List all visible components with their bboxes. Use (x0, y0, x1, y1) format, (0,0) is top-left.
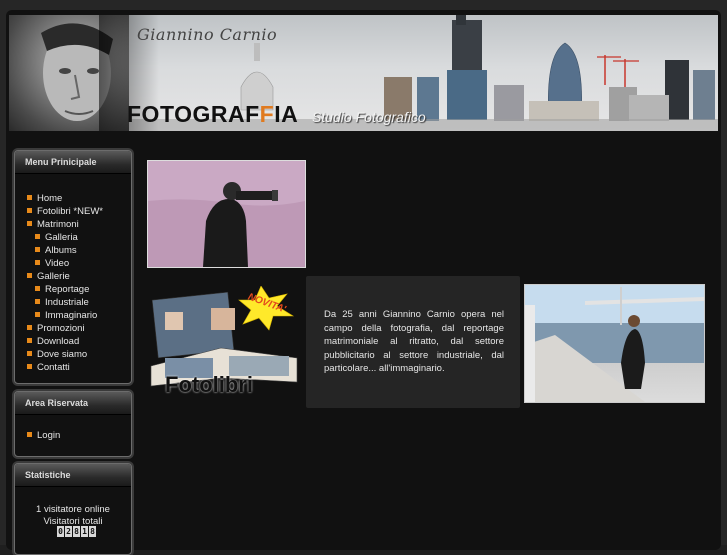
portrait-bridge-photo (524, 284, 705, 403)
bullet-icon (27, 364, 32, 369)
menu-item-label[interactable]: Fotolibri *NEW* (37, 206, 103, 217)
site-logo[interactable]: FOTOGRAFFIA (127, 101, 298, 128)
bullet-icon (35, 312, 40, 317)
menu-item-label[interactable]: Contatti (37, 362, 70, 373)
fotolibri-book-title: Fotolibri (165, 372, 253, 397)
menu-item-login[interactable]: Login (27, 429, 60, 442)
menu-item-label[interactable]: Albums (45, 245, 77, 256)
bullet-icon (27, 221, 32, 226)
menu-item-video[interactable]: Video (27, 257, 103, 270)
bullet-icon (35, 286, 40, 291)
menu-item-immaginario[interactable]: Immaginario (27, 309, 103, 322)
bullet-icon (27, 195, 32, 200)
statistics-box: Statistiche 1 visitatore online Visitato… (14, 463, 132, 555)
login-link[interactable]: Login (37, 430, 60, 441)
fotolibri-promo[interactable]: NOVITA' Fotolibri (147, 285, 304, 398)
counter-digit: 8 (73, 526, 80, 537)
reserved-area-box: Area Riservata Login (14, 391, 132, 457)
menu-item-contatti[interactable]: Contatti (27, 361, 103, 374)
menu-item-promozioni[interactable]: Promozioni (27, 322, 103, 335)
reserved-area-title: Area Riservata (15, 392, 131, 415)
menu-item-label[interactable]: Gallerie (37, 271, 70, 282)
bullet-icon (35, 234, 40, 239)
bullet-icon (35, 299, 40, 304)
bullet-icon (27, 325, 32, 330)
menu-item-reportage[interactable]: Reportage (27, 283, 103, 296)
online-visitors-text: 1 visitatore online (36, 504, 110, 515)
menu-item-label[interactable]: Download (37, 336, 79, 347)
menu-item-albums[interactable]: Albums (27, 244, 103, 257)
visitor-counter: 02818 (57, 526, 96, 537)
counter-digit: 1 (81, 526, 88, 537)
main-menu-box: Menu Prinicipale Home Fotolibri *NEW* Matr… (14, 150, 132, 384)
menu-item-download[interactable]: Download (27, 335, 103, 348)
menu-item-label[interactable]: Matrimoni (37, 219, 79, 230)
menu-item-galleria[interactable]: Galleria (27, 231, 103, 244)
bullet-icon (27, 432, 32, 437)
menu-item-label[interactable]: Home (37, 193, 62, 204)
menu-item-label[interactable]: Reportage (45, 284, 89, 295)
menu-item-matrimoni[interactable]: Matrimoni (27, 218, 103, 231)
studio-description: Da 25 anni Giannino Carnio opera nel cam… (324, 309, 504, 374)
bullet-icon (35, 260, 40, 265)
header-banner: Giannino Carnio FOTOGRAFFIA Studio Fotog… (9, 15, 718, 131)
menu-item-label[interactable]: Immaginario (45, 310, 97, 321)
photographer-photo (147, 160, 306, 268)
counter-digit: 0 (57, 526, 64, 537)
counter-digit: 2 (65, 526, 72, 537)
site-tagline: Studio Fotografico (312, 109, 426, 125)
counter-digit: 8 (89, 526, 96, 537)
menu-item-fotolibri-new[interactable]: Fotolibri *NEW* (27, 205, 103, 218)
menu-item-home[interactable]: Home (27, 192, 103, 205)
statistics-title: Statistiche (15, 464, 131, 487)
bullet-icon (27, 273, 32, 278)
bullet-icon (35, 247, 40, 252)
main-menu-title: Menu Prinicipale (15, 151, 131, 174)
photographer-name: Giannino Carnio (137, 25, 278, 44)
menu-item-dove-siamo[interactable]: Dove siamo (27, 348, 103, 361)
menu-item-label[interactable]: Industriale (45, 297, 89, 308)
bullet-icon (27, 338, 32, 343)
menu-item-label[interactable]: Galleria (45, 232, 78, 243)
description-panel: Da 25 anni Giannino Carnio opera nel cam… (306, 276, 520, 408)
menu-item-label[interactable]: Video (45, 258, 69, 269)
menu-item-label[interactable]: Dove siamo (37, 349, 87, 360)
bullet-icon (27, 208, 32, 213)
main-menu-list: Home Fotolibri *NEW* Matrimoni Galleria Albu… (27, 192, 103, 374)
menu-item-industriale[interactable]: Industriale (27, 296, 103, 309)
menu-item-gallerie[interactable]: Gallerie (27, 270, 103, 283)
bullet-icon (27, 351, 32, 356)
menu-item-label[interactable]: Promozioni (37, 323, 85, 334)
